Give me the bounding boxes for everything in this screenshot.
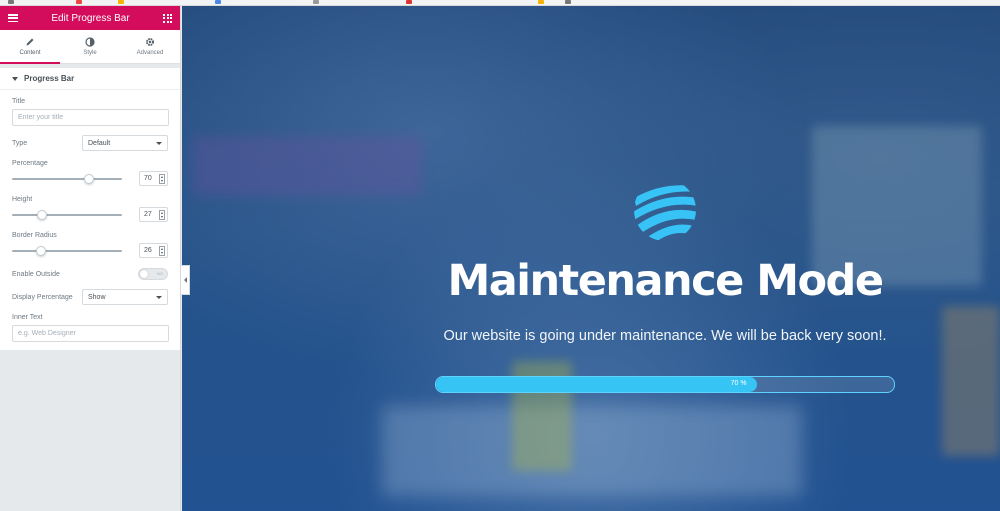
stepper-icon[interactable] [159, 173, 165, 184]
display-percentage-select[interactable]: Show [82, 289, 168, 305]
menu-icon[interactable] [8, 14, 18, 22]
tab-label: Style [83, 50, 97, 56]
tab-label: Advanced [136, 50, 164, 56]
height-input[interactable]: 27 [139, 207, 168, 222]
pencil-icon [26, 38, 34, 46]
panel-title: Edit Progress Bar [51, 12, 130, 24]
type-value: Default [88, 139, 111, 147]
slider-handle[interactable] [36, 209, 47, 220]
slider-handle[interactable] [84, 173, 94, 184]
browser-bookmark-strip [0, 0, 1000, 6]
progress-bar-widget[interactable]: 70 % [435, 376, 895, 393]
border-radius-label: Border Radius [12, 232, 57, 239]
chevron-left-icon [183, 277, 187, 283]
height-value: 27 [144, 211, 152, 218]
page-title: Maintenance Mode [447, 256, 884, 306]
progress-percentage: 70 % [730, 380, 747, 387]
stepper-icon[interactable] [159, 209, 165, 220]
caret-down-icon [12, 76, 18, 81]
title-label: Title [12, 98, 25, 105]
background-photo-shape [382, 406, 802, 496]
gear-icon [146, 38, 154, 46]
title-input[interactable]: Enter your title [12, 109, 169, 126]
stepper-icon[interactable] [159, 245, 165, 256]
widgets-grid-icon[interactable] [163, 13, 172, 23]
height-slider[interactable] [12, 209, 122, 221]
percentage-input[interactable]: 70 [139, 171, 168, 186]
panel-tabs: Content Style Advanced [0, 30, 180, 64]
inner-text-input[interactable]: e.g. Web Designer [12, 325, 169, 342]
type-select[interactable]: Default [82, 135, 168, 151]
inner-text-label: Inner Text [12, 314, 43, 321]
chevron-down-icon [156, 295, 162, 299]
slider-handle[interactable] [35, 245, 46, 256]
border-radius-value: 26 [144, 247, 152, 254]
tab-style[interactable]: Style [60, 30, 120, 63]
collapse-panel-button[interactable] [181, 265, 190, 295]
percentage-slider[interactable] [12, 173, 122, 185]
border-radius-input[interactable]: 26 [139, 243, 168, 258]
section-header[interactable]: Progress Bar [0, 68, 180, 90]
chevron-down-icon [156, 141, 162, 145]
toggle-knob [140, 270, 148, 278]
enable-outside-toggle[interactable]: NO [138, 268, 168, 280]
toggle-state: NO [157, 271, 163, 276]
globe-logo-icon [634, 185, 696, 241]
display-percentage-label: Display Percentage [12, 293, 73, 301]
half-circle-icon [85, 37, 95, 47]
progress-bar-section: Progress Bar Title Enter your title Type… [0, 68, 180, 350]
height-label: Height [12, 196, 33, 203]
percentage-value: 70 [144, 175, 152, 182]
border-radius-slider[interactable] [12, 245, 122, 257]
percentage-label: Percentage [12, 160, 48, 167]
type-label: Type [12, 139, 28, 147]
tab-advanced[interactable]: Advanced [120, 30, 180, 63]
panel-header: Edit Progress Bar [0, 6, 180, 30]
progress-bar-fill: 70 % [436, 377, 757, 392]
section-title: Progress Bar [24, 74, 75, 83]
tab-content[interactable]: Content [0, 30, 60, 64]
tab-label: Content [19, 50, 41, 56]
display-percentage-value: Show [88, 293, 106, 301]
background-photo-shape [192, 136, 422, 196]
page-subtitle: Our website is going under maintenance. … [443, 328, 887, 344]
enable-outside-label: Enable Outside [12, 270, 60, 278]
page-preview: Maintenance Mode Our website is going un… [182, 6, 1000, 511]
editor-panel: Edit Progress Bar Content Style Advanced… [0, 6, 181, 511]
